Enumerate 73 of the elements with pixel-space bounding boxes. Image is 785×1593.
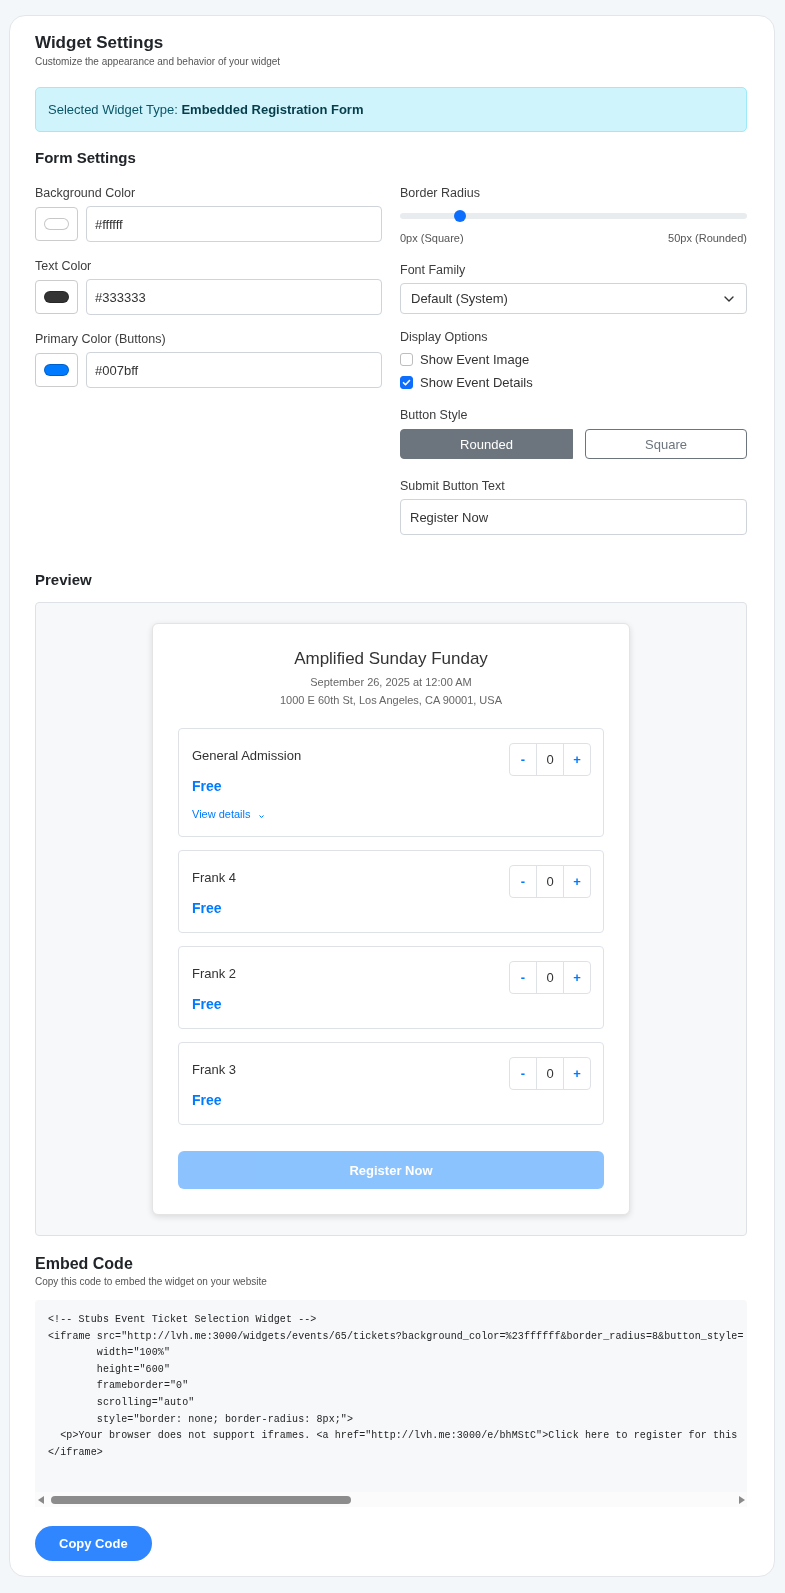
view-details-link[interactable]: View details: [192, 806, 251, 822]
decrement-button[interactable]: -: [509, 743, 537, 776]
checkbox[interactable]: [400, 353, 413, 366]
field-label: Text Color: [35, 258, 93, 274]
increment-button[interactable]: +: [563, 1057, 591, 1090]
chevron-down-icon: [724, 295, 734, 302]
ticket-price: Free: [192, 899, 222, 918]
checkbox[interactable]: [400, 376, 413, 389]
horizontal-scrollbar[interactable]: [35, 1492, 747, 1508]
decrement-button[interactable]: -: [509, 961, 537, 994]
scrollbar-thumb[interactable]: [51, 1495, 351, 1504]
caret-down-icon: [258, 814, 264, 818]
quantity-value: 0: [536, 1057, 564, 1090]
increment-button[interactable]: +: [563, 743, 591, 776]
code-line: <iframe src="http://lvh.me:3000/widgets/events/65/tickets?background_color=%23ffffff&border_radius=8&button_style=: [48, 1329, 744, 1344]
field-label: Primary Color (Buttons): [35, 331, 167, 347]
style-option-button[interactable]: Rounded: [400, 429, 573, 459]
decrement-button[interactable]: -: [509, 1057, 537, 1090]
quantity-value: 0: [536, 743, 564, 776]
color-input[interactable]: #333333: [86, 279, 382, 315]
field-label: Display Options: [400, 329, 488, 345]
color-picker[interactable]: [35, 280, 78, 314]
range-max-label: 50px (Rounded): [668, 231, 747, 245]
slider-thumb[interactable]: [453, 210, 466, 222]
code-line: width="100%": [95, 1346, 171, 1361]
submit-text-input[interactable]: Register Now: [400, 499, 747, 535]
quantity-value: 0: [536, 865, 564, 898]
event-title: Amplified Sunday Funday: [294, 648, 488, 670]
scroll-left-arrow-icon: [38, 1495, 44, 1504]
increment-button[interactable]: +: [563, 961, 591, 994]
code-line: style="border: none; border-radius: 8px;">: [95, 1412, 354, 1427]
code-line: frameborder="0": [95, 1379, 189, 1394]
event-date: September 26, 2025 at 12:00 AM: [310, 675, 472, 690]
color-picker[interactable]: [35, 353, 78, 387]
code-line: </iframe>: [48, 1445, 103, 1460]
color-input[interactable]: #ffffff: [86, 206, 382, 242]
code-line: scrolling="auto": [95, 1395, 195, 1410]
code-line: <p>Your browser does not support iframes. <a href="http://lvh.me:3000/e/bhMStC">Click here to register for this: [59, 1429, 738, 1444]
style-option-button[interactable]: Square: [585, 429, 747, 459]
checkbox-label[interactable]: Show Event Details: [420, 374, 533, 391]
slider-track[interactable]: [400, 210, 747, 222]
copy-code-button[interactable]: Copy Code: [35, 1526, 152, 1562]
code-line: height="600": [95, 1362, 171, 1377]
ticket-price: Free: [192, 777, 222, 796]
field-label: Font Family: [400, 262, 466, 278]
ticket-name: Frank 4: [192, 869, 237, 887]
font-family-select[interactable]: Default (System): [400, 283, 747, 314]
decrement-button[interactable]: -: [509, 865, 537, 898]
code-line: <!-- Stubs Event Ticket Selection Widget -->: [48, 1313, 317, 1327]
increment-button[interactable]: +: [563, 865, 591, 898]
scroll-right-arrow-icon: [739, 1495, 745, 1504]
field-label: Background Color: [35, 185, 137, 201]
field-label: Border Radius: [400, 185, 480, 201]
color-input[interactable]: #007bff: [86, 352, 382, 388]
section-title: Preview: [35, 570, 93, 590]
range-min-label: 0px (Square): [400, 231, 464, 245]
page-title: Widget Settings: [35, 32, 165, 54]
section-title: Form Settings: [35, 148, 137, 168]
info-banner: Selected Widget Type: Embedded Registration Form: [35, 87, 747, 132]
field-label: Button Style: [400, 407, 468, 423]
ticket-name: General Admission: [192, 747, 302, 765]
field-label: Submit Button Text: [400, 478, 505, 494]
page-subtitle: Customize the appearance and behavior of your widget: [35, 55, 282, 69]
quantity-value: 0: [536, 961, 564, 994]
event-address: 1000 E 60th St, Los Angeles, CA 90001, USA: [280, 693, 502, 708]
color-picker[interactable]: [35, 207, 78, 241]
section-subtitle: Copy this code to embed the widget on your website: [35, 1275, 268, 1289]
checkbox-label[interactable]: Show Event Image: [420, 351, 530, 368]
ticket-name: Frank 3: [192, 1061, 237, 1079]
ticket-name: Frank 2: [192, 965, 237, 983]
section-title: Embed Code: [35, 1254, 134, 1274]
ticket-price: Free: [192, 995, 222, 1014]
ticket-price: Free: [192, 1091, 222, 1110]
